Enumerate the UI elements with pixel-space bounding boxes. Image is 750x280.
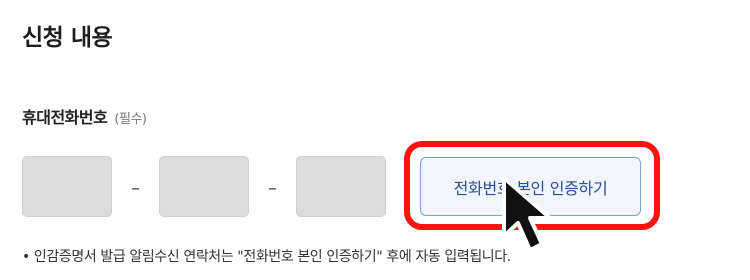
info-note: • 인감증명서 발급 알림수신 연락처는 "전화번호 본인 인증하기" 후에 자… [22, 249, 511, 265]
phone-separator-1: – [131, 178, 140, 199]
phone-field-label: 휴대전화번호 (필수) [22, 104, 147, 128]
phone-part1-box[interactable] [22, 156, 112, 217]
phone-part3-box[interactable] [296, 156, 386, 217]
phone-part2-box[interactable] [159, 156, 249, 217]
phone-part1-input[interactable] [23, 157, 111, 216]
phone-part3-input[interactable] [297, 157, 385, 216]
mouse-cursor-icon [502, 176, 552, 252]
application-form: 신청 내용 휴대전화번호 (필수) – – 전화번호 본인 인증하기 • 인감증… [0, 0, 750, 280]
section-title: 신청 내용 [22, 25, 113, 51]
phone-label-text: 휴대전화번호 [22, 108, 108, 127]
phone-separator-2: – [268, 178, 277, 199]
phone-part2-input[interactable] [160, 157, 248, 216]
required-tag: (필수) [114, 112, 147, 127]
